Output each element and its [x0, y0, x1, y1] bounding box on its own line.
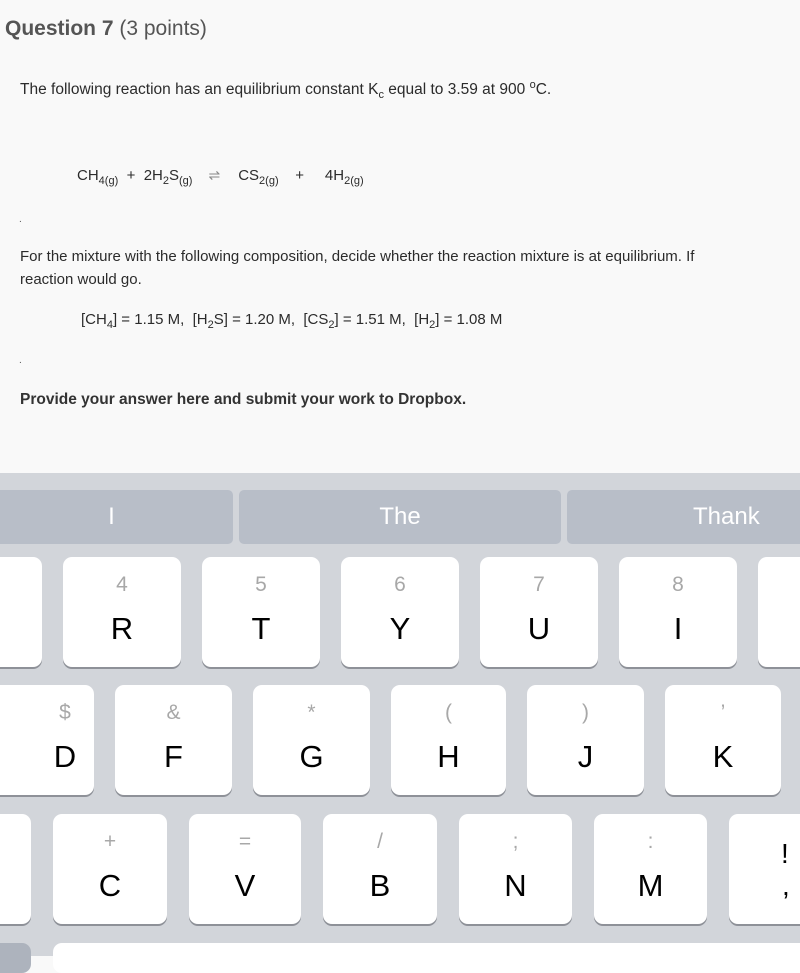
- key-label: M: [637, 868, 664, 903]
- key-alt-label: $: [59, 701, 71, 724]
- key-alt-label: :: [647, 830, 654, 853]
- key-alt-label: &: [166, 701, 181, 724]
- key-r[interactable]: 4R: [63, 557, 181, 667]
- key-label: B: [369, 868, 391, 903]
- reaction-equation: CH4(g) + 2H2S(g) ⇌ CS2(g) + 4H2(g): [77, 167, 364, 187]
- key-m[interactable]: :M: [594, 814, 707, 924]
- key-label: D: [53, 739, 77, 774]
- intro-part: C.: [535, 81, 552, 98]
- key-v[interactable]: = V: [189, 814, 301, 924]
- key-label: J: [577, 739, 594, 774]
- key-alt-label: ;: [512, 830, 519, 853]
- conc-value: S] = 1.20 M,: [213, 311, 296, 328]
- key-label: U: [527, 611, 551, 646]
- conc-label: [H: [414, 311, 430, 328]
- conc-h2s: [H2S] = 1.20 M,: [192, 311, 296, 331]
- key-i[interactable]: 8I: [619, 557, 737, 667]
- key-label: T: [251, 611, 271, 646]
- key-f[interactable]: & F: [115, 685, 232, 795]
- key-number-toggle-partial[interactable]: [0, 943, 31, 973]
- key-x-partial[interactable]: [0, 814, 31, 924]
- equilibrium-arrow-icon: ⇌: [208, 167, 221, 183]
- key-comma-exclamation[interactable]: !,: [729, 814, 800, 924]
- key-alt-label: 8: [672, 573, 684, 596]
- suggestion-i[interactable]: I: [0, 490, 233, 544]
- intro-part: equal to 3.59 at 900: [383, 81, 530, 98]
- question-number: Question 7: [5, 17, 114, 40]
- key-label: C: [98, 868, 122, 903]
- key-alt-label: ): [582, 701, 589, 724]
- separator-dot: .: [19, 355, 22, 366]
- plus-sign: +: [295, 167, 305, 184]
- intro-text: The following reaction has an equilibriu…: [20, 80, 552, 101]
- separator-dot: .: [19, 214, 22, 225]
- key-c[interactable]: + C: [53, 814, 167, 924]
- subscript: 2(g): [259, 175, 279, 187]
- conc-value: ] = 1.08 M: [435, 311, 503, 328]
- key-o-partial[interactable]: [758, 557, 800, 667]
- key-u[interactable]: 7U: [480, 557, 598, 667]
- onscreen-keyboard: I The Thank 4R 5T 6Y 7U 8I $ D & F * G (H )…: [0, 473, 800, 973]
- key-space-partial[interactable]: [53, 943, 800, 973]
- key-label: K: [712, 739, 734, 774]
- key-y[interactable]: 6Y: [341, 557, 459, 667]
- key-label: V: [234, 868, 256, 903]
- conc-label: [CS: [303, 311, 329, 328]
- key-alt-label: ’: [720, 701, 726, 724]
- key-alt-label: (: [445, 701, 452, 724]
- conc-label: [CH: [81, 311, 107, 328]
- mixture-instruction-line2: reaction would go.: [20, 271, 142, 288]
- suggestion-the[interactable]: The: [239, 490, 561, 544]
- key-label: R: [110, 611, 134, 646]
- key-b[interactable]: / B: [323, 814, 437, 924]
- conc-cs2: [CS2] = 1.51 M,: [303, 311, 406, 331]
- key-e-partial[interactable]: [0, 557, 42, 667]
- subscript: 4(g): [98, 175, 119, 187]
- key-alt-label: 7: [533, 573, 545, 596]
- question-content: Question 7 (3 points) The following reac…: [0, 0, 800, 473]
- key-alt-label: !: [781, 838, 789, 869]
- intro-part: The following reaction has an equilibriu…: [20, 81, 379, 98]
- reactant-ch4: CH: [77, 167, 99, 184]
- conc-label: [H: [192, 311, 208, 328]
- plus-sign: +: [126, 167, 136, 184]
- key-d[interactable]: $ D: [0, 685, 94, 795]
- key-label: H: [437, 739, 460, 774]
- key-alt-label: *: [307, 701, 316, 724]
- key-label: G: [299, 739, 324, 774]
- reactant-h2s: 2H: [143, 167, 163, 184]
- product-h2: 4H: [324, 167, 345, 184]
- conc-value: ] = 1.51 M,: [334, 311, 406, 328]
- question-title: Question 7 (3 points): [5, 17, 207, 41]
- key-alt-label: +: [103, 830, 117, 853]
- mixture-instruction-line1: For the mixture with the following compo…: [20, 248, 695, 265]
- suggestion-thank[interactable]: Thank: [567, 490, 800, 544]
- key-label: Y: [389, 611, 411, 646]
- question-points: (3 points): [119, 17, 207, 40]
- key-label: N: [504, 868, 527, 903]
- key-alt-label: 5: [255, 573, 267, 596]
- key-alt-label: 4: [116, 573, 128, 596]
- key-alt-label: =: [238, 830, 252, 853]
- key-g[interactable]: * G: [253, 685, 370, 795]
- key-label: I: [673, 611, 683, 646]
- subscript: 2(g): [344, 175, 364, 187]
- reactant-h2s-s: S: [169, 167, 180, 184]
- subscript: (g): [179, 175, 193, 187]
- key-j[interactable]: ) J: [527, 685, 644, 795]
- key-k[interactable]: ’ K: [665, 685, 781, 795]
- product-cs2: CS: [238, 167, 260, 184]
- conc-value: ] = 1.15 M,: [112, 311, 185, 328]
- key-alt-label: 6: [394, 573, 406, 596]
- key-t[interactable]: 5T: [202, 557, 320, 667]
- concentrations: [CH4] = 1.15 M, [H2S] = 1.20 M, [CS2] = …: [81, 311, 503, 331]
- key-label: ,: [782, 870, 790, 901]
- provide-answer-text: Provide your answer here and submit your…: [20, 391, 467, 408]
- conc-h2: [H2] = 1.08 M: [414, 311, 503, 331]
- key-label: F: [164, 739, 183, 774]
- conc-ch4: [CH4] = 1.15 M,: [81, 311, 185, 331]
- key-alt-label: /: [377, 830, 383, 853]
- key-h[interactable]: (H: [391, 685, 506, 795]
- key-n[interactable]: ; N: [459, 814, 572, 924]
